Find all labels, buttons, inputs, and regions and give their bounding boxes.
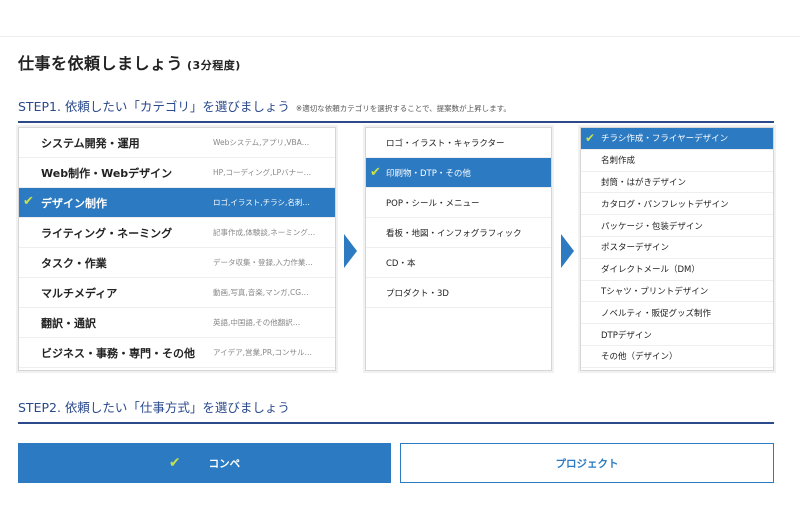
category-desc: データ収集・登録,入力作業… [213, 258, 313, 267]
step1-heading: STEP1. 依頼したい「カテゴリ」を選びましょう ※適切な依頼カテゴリを選択する… [18, 96, 774, 123]
arrow-right-icon [344, 234, 357, 268]
category-name: Web制作・Webデザイン [41, 166, 173, 180]
project-label: プロジェクト [555, 457, 619, 470]
category-name: システム開発・運用 [41, 136, 140, 150]
subcategory-label: CD・本 [386, 258, 416, 269]
category-desc: HP,コーディング,LPバナー… [213, 168, 312, 177]
item-label: 封筒・はがきデザイン [601, 177, 687, 188]
check-icon: ✔ [585, 131, 596, 145]
item-option[interactable]: カタログ・パンフレットデザイン [581, 193, 773, 216]
subcategory-label: プロダクト・3D [386, 288, 449, 299]
step2-label: STEP2. 依頼したい「仕事方式」を選びましょう [18, 400, 290, 415]
category-name: タスク・作業 [41, 256, 107, 270]
page-title: 仕事を依頼しましょう (3分程度) [18, 50, 241, 74]
item-label: ノベルティ・販促グッズ制作 [601, 308, 711, 319]
item-option[interactable]: その他（デザイン） [581, 346, 773, 368]
step1-label: STEP1. 依頼したい「カテゴリ」を選びましょう [18, 99, 290, 114]
item-option[interactable]: ポスターデザイン [581, 237, 773, 259]
check-icon: ✔ [23, 194, 34, 209]
category-name: 翻訳・通訳 [41, 316, 96, 330]
subcategory-label: 印刷物・DTP・その他 [386, 168, 471, 179]
subcategory-item[interactable]: ✔ 印刷物・DTP・その他 [366, 158, 551, 188]
arrow-right-icon [561, 234, 574, 268]
compe-button[interactable]: ✔ コンペ [18, 443, 391, 483]
item-option[interactable]: 名刺作成 [581, 150, 773, 172]
category-desc: 記事作成,体験談,ネーミング… [213, 228, 316, 237]
subcategory-label: POP・シール・メニュー [386, 198, 480, 209]
category-item[interactable]: ライティング・ネーミング 記事作成,体験談,ネーミング… [19, 218, 335, 248]
page-title-sub: (3分程度) [187, 59, 241, 72]
top-divider [0, 36, 800, 37]
item-option[interactable]: DTPデザイン [581, 324, 773, 346]
category-desc: ロゴ,イラスト,チラシ,名刺… [213, 198, 310, 207]
item-label: カタログ・パンフレットデザイン [601, 199, 729, 210]
item-label: DTPデザイン [601, 330, 652, 341]
category-item[interactable]: ビジネス・事務・専門・その他 アイデア,営業,PR,コンサル… [19, 338, 335, 368]
subcategory-label: ロゴ・イラスト・キャラクター [386, 138, 505, 149]
category-list: システム開発・運用 Webシステム,アプリ,VBA… Web制作・Webデザイン HP… [18, 127, 336, 371]
subcategory-item[interactable]: ロゴ・イラスト・キャラクター [366, 128, 551, 158]
subcategory-item[interactable]: POP・シール・メニュー [366, 188, 551, 218]
item-option[interactable]: ✔ チラシ作成・フライヤーデザイン [581, 128, 773, 150]
category-name: ビジネス・事務・専門・その他 [41, 346, 195, 360]
check-icon: ✔ [168, 455, 181, 471]
subcategory-item[interactable]: CD・本 [366, 248, 551, 278]
category-item[interactable]: システム開発・運用 Webシステム,アプリ,VBA… [19, 128, 335, 158]
category-item[interactable]: Web制作・Webデザイン HP,コーディング,LPバナー… [19, 158, 335, 188]
item-option[interactable]: 封筒・はがきデザイン [581, 172, 773, 194]
item-label: パッケージ・包装デザイン [601, 221, 703, 232]
category-desc: アイデア,営業,PR,コンサル… [213, 348, 313, 357]
item-label: その他（デザイン） [601, 352, 678, 363]
check-icon: ✔ [370, 165, 381, 180]
category-name: デザイン制作 [41, 196, 107, 210]
category-item[interactable]: タスク・作業 データ収集・登録,入力作業… [19, 248, 335, 278]
category-desc: 動画,写真,音楽,マンガ,CG… [213, 288, 309, 297]
category-item[interactable]: マルチメディア 動画,写真,音楽,マンガ,CG… [19, 278, 335, 308]
category-name: ライティング・ネーミング [41, 226, 173, 240]
category-item[interactable]: ✔ デザイン制作 ロゴ,イラスト,チラシ,名刺… [19, 188, 335, 218]
item-list: ✔ チラシ作成・フライヤーデザイン 名刺作成封筒・はがきデザインカタログ・パンフレッ… [580, 127, 774, 371]
step2-heading: STEP2. 依頼したい「仕事方式」を選びましょう [18, 397, 774, 424]
item-label: Tシャツ・プリントデザイン [601, 286, 709, 297]
subcategory-item[interactable]: プロダクト・3D [366, 278, 551, 308]
step1-note: ※適切な依頼カテゴリを選択することで、提案数が上昇します。 [295, 104, 511, 113]
category-name: マルチメディア [41, 286, 118, 300]
page-title-main: 仕事を依頼しましょう [18, 54, 184, 73]
compe-label: コンペ [208, 457, 241, 470]
item-label: ポスターデザイン [601, 243, 670, 254]
subcategory-label: 看板・地図・インフォグラフィック [386, 228, 522, 239]
item-label: チラシ作成・フライヤーデザイン [601, 134, 729, 145]
item-option[interactable]: ノベルティ・販促グッズ制作 [581, 302, 773, 325]
item-label: 名刺作成 [601, 156, 636, 167]
category-item[interactable]: 翻訳・通訳 英語,中国語,その他翻訳… [19, 308, 335, 338]
item-option[interactable]: Tシャツ・プリントデザイン [581, 281, 773, 303]
item-option[interactable]: ダイレクトメール（DM） [581, 259, 773, 281]
category-desc: Webシステム,アプリ,VBA… [213, 138, 310, 147]
item-option[interactable]: パッケージ・包装デザイン [581, 215, 773, 237]
subcategory-list: ロゴ・イラスト・キャラクター ✔ 印刷物・DTP・その他 POP・シール・メニュー看板… [365, 127, 552, 371]
category-desc: 英語,中国語,その他翻訳… [213, 318, 301, 327]
item-label: ダイレクトメール（DM） [601, 265, 700, 276]
subcategory-item[interactable]: 看板・地図・インフォグラフィック [366, 218, 551, 248]
project-button[interactable]: プロジェクト [400, 443, 774, 483]
